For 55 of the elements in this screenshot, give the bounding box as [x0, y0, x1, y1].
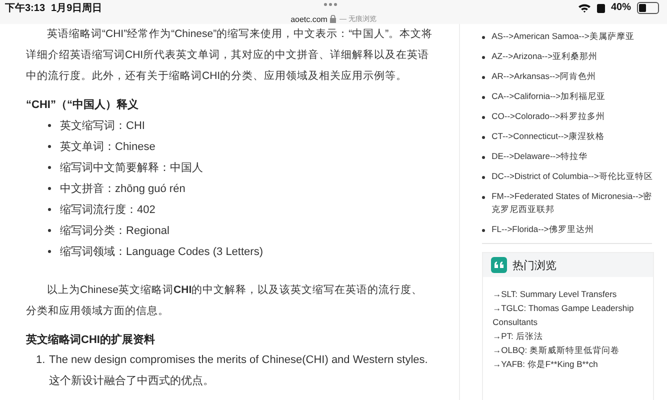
- bullet-icon: [48, 250, 51, 253]
- state-link[interactable]: CO-->Colorado-->科罗拉多州: [492, 110, 606, 123]
- bullet-icon: [482, 156, 485, 159]
- bullet-icon: [482, 176, 485, 179]
- battery-percent: 40%: [610, 2, 631, 13]
- popular-link[interactable]: →TGLC: Thomas Gampe Leadership Consultants: [492, 301, 647, 329]
- status-time: 下午3:13: [5, 2, 46, 14]
- definition-item: 英文缩写词：CHI: [60, 118, 145, 132]
- bullet-icon: [48, 124, 51, 127]
- battery-icon: [637, 2, 659, 14]
- wifi-icon: [578, 2, 591, 12]
- status-date: 1月9日周日: [51, 2, 102, 14]
- bullet-icon: [48, 208, 51, 211]
- bullet-icon: [482, 229, 485, 232]
- state-link[interactable]: AZ-->Arizona-->亚利桑那州: [492, 50, 598, 63]
- state-link[interactable]: DC-->District of Columbia-->哥伦比亚特区: [492, 170, 653, 183]
- panel-title: 热门浏览: [512, 258, 557, 272]
- example-sentence: The new design compromises the merits of Chinese(CHI) and Western styles.: [49, 353, 428, 368]
- definition-item: 缩写词流行度：402: [60, 202, 156, 216]
- bullet-icon: [482, 136, 485, 139]
- popular-link[interactable]: →PT: 后张法: [492, 329, 647, 343]
- bullet-icon: [48, 187, 51, 190]
- definition-item: 英文单词：Chinese: [60, 140, 156, 154]
- bullet-icon: [482, 116, 485, 119]
- state-link[interactable]: AR-->Arkansas-->阿肯色州: [492, 70, 596, 83]
- state-link[interactable]: CT-->Connecticut-->康涅狄格: [492, 130, 605, 143]
- definition-item: 中文拼音：zhōng guó rén: [60, 182, 186, 196]
- state-link[interactable]: FL-->Florida-->佛罗里达州: [492, 223, 594, 236]
- state-link[interactable]: AS-->American Samoa-->美属萨摩亚: [492, 30, 634, 43]
- bullet-icon: [48, 229, 51, 232]
- list-number: 1.: [36, 353, 46, 368]
- definition-item: 缩写词分类：Regional: [60, 224, 170, 238]
- popular-link[interactable]: →OLBQ: 奥斯威斯特里低背问卷: [492, 343, 647, 357]
- intro-paragraph: 英语缩略词“CHI”经常作为“Chinese”的缩写来使用，中文表示：“中国人”。本文将详细介绍英语缩写词CHI所代表英文单词，其对应的中文拼音、详细解释以及在英语中的流行度。此外，还有关于缩略词CHI的分类、应用领域及相关应用示例等。: [26, 27, 433, 84]
- popular-link[interactable]: →SLT: Summary Level Transfers: [492, 287, 647, 301]
- bullet-icon: [482, 96, 485, 99]
- section-heading: “CHI”（“中国人）释义: [26, 98, 140, 113]
- state-link[interactable]: CA-->California-->加利福尼亚: [492, 90, 606, 103]
- url-text[interactable]: aoetc.com: [290, 14, 328, 24]
- summary-paragraph: 以上为Chinese英文缩略词CHI的中文解释，以及该英文缩写在英语的流行度、分类和应用领域方面的信息。: [26, 283, 424, 319]
- bullet-icon: [482, 36, 485, 39]
- bullet-icon: [482, 56, 485, 59]
- definition-item: 缩写词中文简要解释：中国人: [60, 160, 203, 174]
- popular-link[interactable]: →YAFB: 你是F**King B**ch: [492, 357, 647, 371]
- more-icon[interactable]: [324, 3, 337, 6]
- quote-icon: [490, 257, 507, 273]
- state-link[interactable]: DE-->Delaware-->特拉华: [492, 150, 588, 163]
- example-translation: 这个新设计融合了中西式的优点。: [49, 374, 215, 389]
- state-link[interactable]: FM-->Federated States of Micronesia-->密克罗尼西亚联邦: [492, 190, 660, 216]
- bullet-icon: [482, 76, 485, 79]
- section-heading: 英文缩略词CHI的扩展资料: [26, 332, 156, 348]
- bullet-icon: [482, 196, 485, 199]
- bullet-icon: [48, 166, 51, 169]
- definition-item: 缩写词领域：Language Codes (3 Letters): [60, 244, 263, 258]
- bullet-icon: [48, 145, 51, 148]
